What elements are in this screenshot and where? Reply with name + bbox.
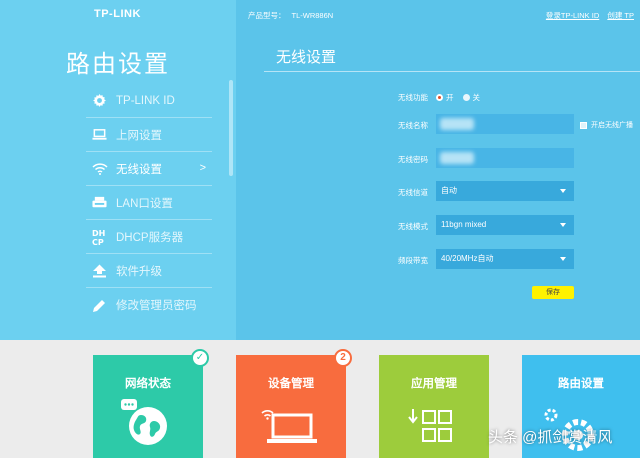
sidebar-item-internet[interactable]: 上网设置 bbox=[86, 118, 212, 152]
ssid-input[interactable] bbox=[436, 114, 574, 134]
bandwidth-label: 频段带宽 bbox=[398, 256, 428, 265]
sidebar-scrollbar[interactable] bbox=[229, 80, 233, 176]
tile-title: 路由设置 bbox=[558, 378, 604, 390]
sidebar-item-dhcp[interactable]: DH CP DHCP服务器 bbox=[86, 220, 212, 254]
sidebar-item-wireless[interactable]: 无线设置 > bbox=[86, 152, 212, 186]
sidebar-item-admin-password[interactable]: 修改管理员密码 bbox=[86, 288, 212, 322]
device-count-badge: 2 bbox=[334, 349, 352, 367]
wifi-icon bbox=[86, 162, 116, 175]
wireless-function-radios: 开 关 bbox=[436, 92, 480, 103]
title-divider bbox=[264, 71, 640, 72]
svg-text:DH: DH bbox=[92, 229, 105, 238]
main-panel: 产品型号： TL-WR886N 登录TP-LINK ID 创建 TP 无线设置 无… bbox=[236, 0, 640, 340]
mode-select[interactable]: 11bgn mixed bbox=[436, 215, 574, 235]
tile-network-status[interactable]: ✓ 网络状态 bbox=[93, 349, 209, 458]
gear-icon bbox=[86, 93, 116, 108]
tile-title: 设备管理 bbox=[268, 378, 314, 390]
page-title: 无线设置 bbox=[276, 49, 337, 66]
tp-link-logo: TP-LINK bbox=[94, 8, 141, 20]
chevron-down-icon bbox=[560, 223, 566, 227]
chevron-right-icon: > bbox=[199, 162, 206, 174]
sidebar-item-tplink-id[interactable]: TP-LINK ID bbox=[86, 84, 212, 118]
sidebar: TP-LINK 路由设置 TP-LINK ID 上网设置 无线设置 > LAN口… bbox=[0, 0, 236, 340]
bandwidth-value: 40/20MHz自动 bbox=[441, 254, 494, 263]
sidebar-item-label: 修改管理员密码 bbox=[116, 300, 197, 312]
wireless-function-label: 无线功能 bbox=[398, 93, 428, 102]
radio-on[interactable] bbox=[436, 94, 443, 101]
dhcp-icon: DH CP bbox=[86, 228, 116, 246]
product-model: 产品型号： TL-WR886N bbox=[248, 10, 339, 21]
tile-device-management[interactable]: 2 设备管理 bbox=[236, 349, 352, 458]
radio-on-label: 开 bbox=[446, 93, 454, 102]
sidebar-item-label: LAN口设置 bbox=[116, 197, 173, 210]
redacted-value bbox=[440, 118, 474, 130]
model-value: TL-WR886N bbox=[291, 11, 334, 20]
broadcast-label: 开启无线广播 bbox=[591, 122, 633, 129]
laptop-icon bbox=[86, 128, 116, 141]
globe-icon bbox=[121, 399, 167, 445]
sidebar-item-label: TP-LINK ID bbox=[116, 94, 175, 107]
redacted-value bbox=[440, 152, 474, 164]
sidebar-title: 路由设置 bbox=[66, 51, 170, 78]
sidebar-item-label: DHCP服务器 bbox=[116, 231, 184, 244]
login-tplink-id-link[interactable]: 登录TP-LINK ID bbox=[546, 11, 599, 20]
chevron-down-icon bbox=[560, 257, 566, 261]
apps-grid-icon bbox=[408, 409, 452, 442]
channel-select[interactable]: 自动 bbox=[436, 181, 574, 201]
tile-title: 应用管理 bbox=[411, 378, 457, 390]
tile-title: 网络状态 bbox=[125, 378, 171, 390]
chevron-down-icon bbox=[560, 189, 566, 193]
tile-app-management[interactable]: 应用管理 bbox=[379, 355, 489, 458]
upload-icon bbox=[86, 264, 116, 278]
check-icon: ✓ bbox=[191, 349, 209, 367]
save-button[interactable]: 保存 bbox=[532, 286, 574, 299]
channel-label: 无线信道 bbox=[398, 188, 428, 197]
channel-value: 自动 bbox=[441, 186, 457, 195]
mode-label: 无线模式 bbox=[398, 222, 428, 231]
ssid-label: 无线名称 bbox=[398, 121, 428, 130]
top-links: 登录TP-LINK ID 创建 TP bbox=[540, 10, 634, 21]
sidebar-item-upgrade[interactable]: 软件升级 bbox=[86, 254, 212, 288]
laptop-wifi-icon bbox=[261, 410, 317, 443]
sidebar-item-label: 软件升级 bbox=[116, 265, 162, 278]
sidebar-menu: TP-LINK ID 上网设置 无线设置 > LAN口设置 DHCP DHCP bbox=[86, 84, 212, 322]
watermark: 头条 @抓剑赏清风 bbox=[488, 429, 613, 446]
broadcast-ssid-option[interactable]: 开启无线广播 bbox=[580, 120, 633, 130]
sidebar-item-lan[interactable]: LAN口设置 bbox=[86, 186, 212, 220]
mode-value: 11bgn mixed bbox=[441, 220, 487, 229]
sidebar-item-label: 无线设置 bbox=[116, 163, 162, 176]
model-label: 产品型号： bbox=[248, 11, 286, 20]
password-label: 无线密码 bbox=[398, 155, 428, 164]
password-input[interactable] bbox=[436, 148, 574, 168]
pencil-icon bbox=[86, 298, 116, 313]
sidebar-item-label: 上网设置 bbox=[116, 129, 162, 142]
radio-off[interactable] bbox=[462, 94, 470, 101]
svg-text:CP: CP bbox=[92, 238, 104, 246]
radio-off-label: 关 bbox=[472, 93, 481, 102]
bandwidth-select[interactable]: 40/20MHz自动 bbox=[436, 249, 574, 269]
create-tplink-id-link[interactable]: 创建 TP bbox=[607, 11, 634, 20]
broadcast-checkbox[interactable] bbox=[580, 121, 587, 129]
lan-icon bbox=[86, 196, 116, 209]
